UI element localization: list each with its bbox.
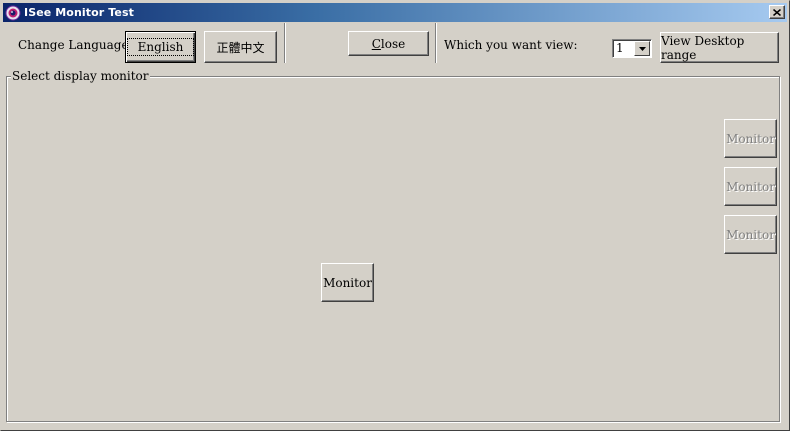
- window-title: ISee Monitor Test: [24, 6, 134, 19]
- monitor-select[interactable]: 1: [612, 39, 652, 58]
- which-view-label: Which you want view:: [444, 38, 578, 52]
- select-monitor-group-title: Select display monitor: [11, 69, 150, 83]
- monitor-button-1-label: Monitor: [323, 275, 372, 290]
- select-monitor-group: [6, 76, 780, 422]
- window-close-button[interactable]: [769, 5, 785, 19]
- eye-app-icon: [5, 5, 21, 21]
- monitor-button-1[interactable]: Monitor: [321, 263, 374, 302]
- english-button-label: English: [126, 38, 195, 56]
- toolbar-separator-1: [284, 23, 286, 63]
- monitor-button-2: Monitor: [724, 119, 777, 158]
- close-button[interactable]: Close: [348, 31, 429, 56]
- english-button[interactable]: English: [125, 31, 196, 63]
- app-window: ISee Monitor Test Change Language Englis…: [0, 0, 790, 431]
- close-icon: [773, 5, 781, 19]
- monitor-select-value: 1: [616, 41, 624, 55]
- change-language-label: Change Language: [18, 38, 129, 52]
- toolbar-separator-2: [435, 23, 437, 63]
- view-desktop-range-button[interactable]: View Desktop range: [660, 32, 779, 63]
- view-desktop-range-label: View Desktop range: [661, 33, 745, 62]
- chevron-down-icon[interactable]: [634, 41, 650, 56]
- monitor-button-3: Monitor: [724, 167, 777, 206]
- title-bar[interactable]: ISee Monitor Test: [3, 3, 787, 22]
- monitor-button-4: Monitor: [724, 215, 777, 254]
- monitor-button-3-label: Monitor: [726, 179, 775, 194]
- monitor-button-2-label: Monitor: [726, 131, 775, 146]
- monitor-button-4-label: Monitor: [726, 227, 775, 242]
- chinese-button[interactable]: 正體中文: [204, 31, 277, 63]
- chinese-button-label: 正體中文: [216, 40, 265, 55]
- close-button-label: Close: [371, 36, 406, 51]
